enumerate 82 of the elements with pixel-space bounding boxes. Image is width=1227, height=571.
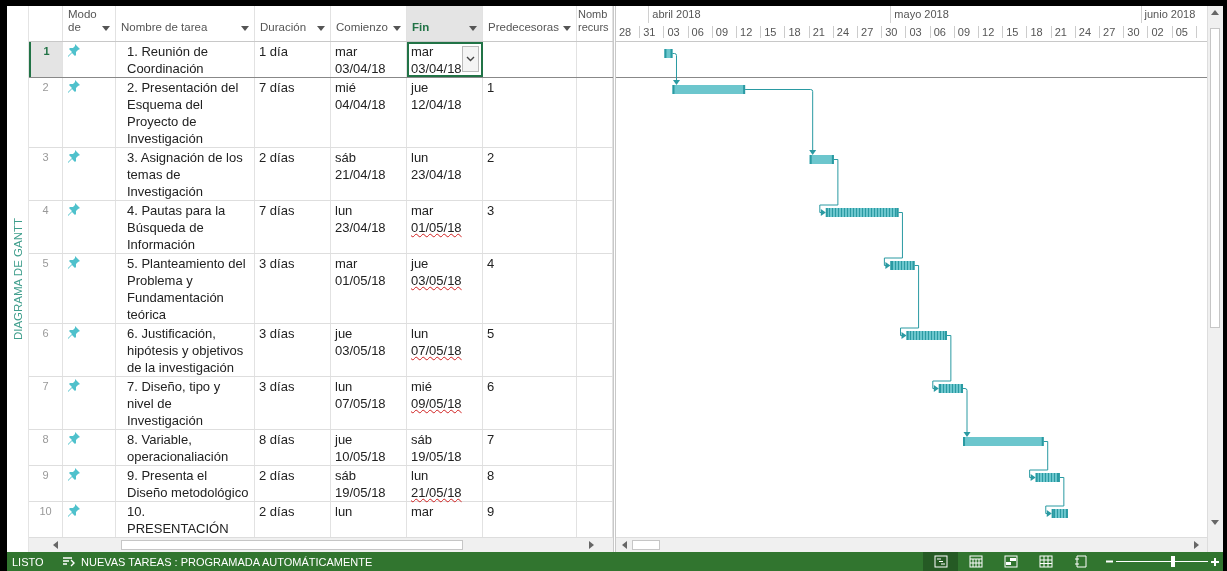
day-label: 24 [1078,26,1092,38]
status-text: LISTO [12,555,45,568]
column-header[interactable]: Nombre de tarea [116,6,255,41]
task-mode-status[interactable]: NUEVAS TAREAS : PROGRAMADA AUTOMÁTICAMENTE [81,555,373,568]
predecessors-cell: 4 [483,254,577,323]
finish-date-cell: lun 07/05/18 [407,324,483,376]
month-label: mayo 2018 [894,8,949,20]
day-label: 12 [740,26,753,38]
duration-cell: 3 días [255,254,331,323]
duration-cell: 3 días [255,324,331,376]
day-label: 15 [1006,26,1019,38]
predecessors-cell: 2 [483,148,577,200]
task-name: 7. Diseño, tipo y nivel de Investigación [116,377,255,429]
finish-date-cell: jue 03/05/18 [407,254,483,323]
day-label: 05 [1175,26,1188,38]
day-label: 12 [982,26,995,38]
day-label: 21 [812,26,825,38]
day-label: 30 [885,26,898,38]
day-label: 31 [643,26,656,38]
day-label: 09 [957,26,971,38]
row-number[interactable]: 3 [29,148,63,200]
start-date-cell: lun 23/04/18 [331,201,407,253]
row-number[interactable]: 4 [29,201,63,253]
column-header[interactable]: Fin [407,6,483,41]
duration-cell: 8 días [255,430,331,465]
row-number[interactable]: 2 [29,78,63,147]
day-label: 03 [909,26,922,38]
predecessors-cell: 3 [483,201,577,253]
row-number[interactable]: 5 [29,254,63,323]
predecessors-cell: 8 [483,466,577,501]
start-date-cell: lun 07/05/18 [331,377,407,429]
duration-cell: 7 días [255,201,331,253]
day-label: 30 [1127,26,1140,38]
day-label: 06 [933,26,946,38]
column-header[interactable]: Duración [255,6,331,41]
day-label: 27 [861,26,874,38]
duration-cell: 3 días [255,377,331,429]
row-number[interactable]: 6 [29,324,63,376]
start-date-cell: mar 01/05/18 [331,254,407,323]
task-name: 6. Justificación, hipótesis y objetivos de la investigación [116,324,255,376]
day-label: 02 [1151,26,1164,38]
task-name: 2. Presentación del Esquema del Proyecto de Investigación [116,78,255,147]
predecessors-cell: 1 [483,78,577,147]
task-name: 8. Variable, operacionaliación [116,430,255,465]
finish-date-cell: mar 01/05/18 [407,201,483,253]
predecessors-cell: 5 [483,324,577,376]
row-number[interactable]: 1 [29,42,63,77]
day-label: 18 [1030,26,1043,38]
duration-cell: 7 días [255,78,331,147]
duration-cell: 2 días [255,148,331,200]
predecessors-cell: 7 [483,430,577,465]
start-date-cell: sáb 21/04/18 [331,148,407,200]
day-label: 15 [764,26,777,38]
day-label: 06 [691,26,704,38]
row-number[interactable]: 8 [29,430,63,465]
finish-date-cell: mié 09/05/18 [407,377,483,429]
day-label: 09 [715,26,729,38]
day-label: 27 [1103,26,1116,38]
predecessors-cell: 6 [483,377,577,429]
task-name: 5. Planteamiento del Problema y Fundamentación teórica [116,254,255,323]
finish-date-cell: lun 23/04/18 [407,148,483,200]
month-label: junio 2018 [1144,8,1196,20]
day-label: 28 [619,26,632,38]
finish-date-cell: jue 12/04/18 [407,78,483,147]
day-label: 21 [1054,26,1067,38]
column-header[interactable]: Predecesoras [483,6,577,41]
task-name: 9. Presenta el Diseño metodológico [116,466,255,501]
start-date-cell: mié 04/04/18 [331,78,407,147]
task-name: 4. Pautas para la Búsqueda de Información [116,201,255,253]
column-header[interactable]: Modo de [63,6,116,41]
day-label: 18 [788,26,801,38]
view-label: DIAGRAMA DE GANTT [11,217,24,340]
duration-cell: 2 días [255,466,331,501]
task-name: 3. Asignación de los temas de Investigación [116,148,255,200]
row-number[interactable]: 9 [29,466,63,501]
duration-cell: 1 día [255,42,331,77]
month-label: abril 2018 [652,8,701,20]
day-label: 24 [836,26,850,38]
start-date-cell: jue 03/05/18 [331,324,407,376]
row-number[interactable]: 7 [29,377,63,429]
task-name: 1. Reunión de Coordinación [116,42,255,77]
day-label: 03 [667,26,680,38]
